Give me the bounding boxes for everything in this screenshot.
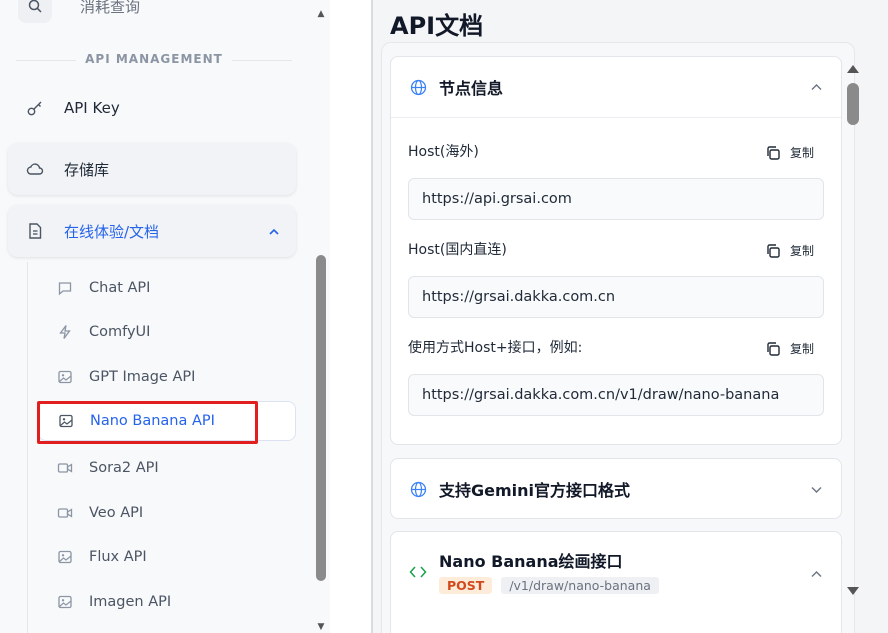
document-icon <box>24 220 46 242</box>
field-label: 使用方式Host+接口，例如: <box>408 340 583 356</box>
code-icon <box>409 563 427 581</box>
node-info-body: Host(海外) 复制 https://api.grsai.com Host(国… <box>391 117 841 416</box>
node-info-header[interactable]: 节点信息 <box>391 57 841 117</box>
endpoint-card: Nano Banana绘画接口 POST/v1/draw/nano-banana <box>390 531 842 633</box>
globe-icon <box>409 480 427 498</box>
sidebar-scroll-up-arrow[interactable]: ▲ <box>315 8 327 20</box>
path-badge: /v1/draw/nano-banana <box>501 577 659 594</box>
main-content: API文档 节点信息 Host(海外) 复制 https://api.grsai… <box>373 0 888 633</box>
chat-icon <box>56 279 74 297</box>
sub-item-label: ComfyUI <box>89 324 151 340</box>
node-info-card: 节点信息 Host(海外) 复制 https://api.grsai.com H… <box>390 56 842 445</box>
usage-example-row: 使用方式Host+接口，例如: 复制 <box>408 320 824 374</box>
main-scrollbar-thumb[interactable] <box>847 83 859 125</box>
image-icon <box>56 368 74 386</box>
field-label: Host(国内直连) <box>408 242 507 258</box>
sidebar-item-storage[interactable]: 存储库 <box>8 143 296 195</box>
sub-item-label: Chat API <box>89 280 151 296</box>
copy-icon <box>767 145 780 160</box>
sidebar-item-docs[interactable]: 在线体验/文档 <box>8 205 296 257</box>
image-icon <box>56 593 74 611</box>
main-scroll-up-arrow[interactable] <box>845 63 861 75</box>
chevron-down-icon[interactable] <box>810 481 823 500</box>
endpoint-title: Nano Banana绘画接口 <box>439 552 623 571</box>
host-overseas-row: Host(海外) 复制 <box>408 124 824 178</box>
sub-item-veo-api[interactable]: Veo API <box>38 493 296 533</box>
search-icon <box>18 0 52 23</box>
host-domestic-field[interactable]: https://grsai.dakka.com.cn <box>408 276 824 318</box>
gemini-format-card[interactable]: 支持Gemini官方接口格式 <box>390 458 842 519</box>
sidebar-item-label: API Key <box>64 99 120 117</box>
copy-button[interactable]: 复制 <box>765 144 814 161</box>
sub-item-label: Imagen API <box>89 594 172 610</box>
sub-item-label: Nano Banana API <box>90 413 215 429</box>
sub-item-label: Veo API <box>89 505 144 521</box>
key-icon <box>24 97 46 119</box>
subtree-line <box>27 262 28 633</box>
sub-item-label: GPT Image API <box>89 369 196 385</box>
sub-item-gpt-image-api[interactable]: GPT Image API <box>38 357 296 397</box>
gemini-format-header[interactable]: 支持Gemini官方接口格式 <box>391 459 841 519</box>
copy-button[interactable]: 复制 <box>765 242 814 259</box>
copy-label: 复制 <box>789 244 814 258</box>
sidebar-item-label: 存储库 <box>64 160 110 179</box>
sub-item-chat-api[interactable]: Chat API <box>38 268 296 308</box>
copy-label: 复制 <box>789 146 814 160</box>
sub-item-flux-api[interactable]: Flux API <box>38 537 296 577</box>
image-icon <box>56 548 74 566</box>
video-icon <box>56 459 74 477</box>
sidebar-item-label: 在线体验/文档 <box>64 222 160 241</box>
sub-item-label: Flux API <box>89 549 147 565</box>
sub-item-comfyui[interactable]: ComfyUI <box>38 312 296 352</box>
sidebar-scrollbar-thumb[interactable] <box>316 255 326 581</box>
chevron-up-icon[interactable] <box>810 566 823 585</box>
video-icon <box>56 504 74 522</box>
sidebar-item-api-key[interactable]: API Key <box>8 82 296 134</box>
endpoint-header[interactable]: Nano Banana绘画接口 POST/v1/draw/nano-banana <box>391 532 841 612</box>
copy-icon <box>767 341 780 356</box>
sidebar-scroll-down-arrow[interactable]: ▼ <box>315 622 327 633</box>
field-label: Host(海外) <box>408 144 479 160</box>
sidebar-item-label: 消耗查询 <box>80 0 141 16</box>
chevron-up-icon <box>268 223 280 242</box>
method-badge: POST <box>439 577 493 594</box>
page-title: API文档 <box>390 12 484 40</box>
sub-item-imagen-api[interactable]: Imagen API <box>38 582 296 622</box>
host-domestic-row: Host(国内直连) 复制 <box>408 222 824 276</box>
cloud-icon <box>24 158 46 180</box>
node-info-title: 节点信息 <box>439 79 504 98</box>
main-scroll-down-arrow[interactable] <box>845 585 861 597</box>
bolt-icon <box>56 323 74 341</box>
gemini-format-title: 支持Gemini官方接口格式 <box>439 481 631 500</box>
sidebar: 消耗查询 API MANAGEMENT API Key 存储库 在线体验/文档 … <box>0 0 330 633</box>
sub-item-label: Sora2 API <box>89 460 159 476</box>
copy-label: 复制 <box>789 342 814 356</box>
sidebar-item-usage-query[interactable]: 消耗查询 <box>18 0 298 24</box>
usage-example-field[interactable]: https://grsai.dakka.com.cn/v1/draw/nano-… <box>408 374 824 416</box>
image-icon <box>57 412 75 430</box>
section-label: API MANAGEMENT <box>16 52 292 66</box>
globe-icon <box>409 78 427 96</box>
host-overseas-field[interactable]: https://api.grsai.com <box>408 178 824 220</box>
copy-button[interactable]: 复制 <box>765 340 814 357</box>
copy-icon <box>767 243 780 258</box>
sub-item-sora2-api[interactable]: Sora2 API <box>38 448 296 488</box>
sub-item-nano-banana-api[interactable]: Nano Banana API <box>38 401 296 441</box>
chevron-up-icon[interactable] <box>810 79 823 98</box>
